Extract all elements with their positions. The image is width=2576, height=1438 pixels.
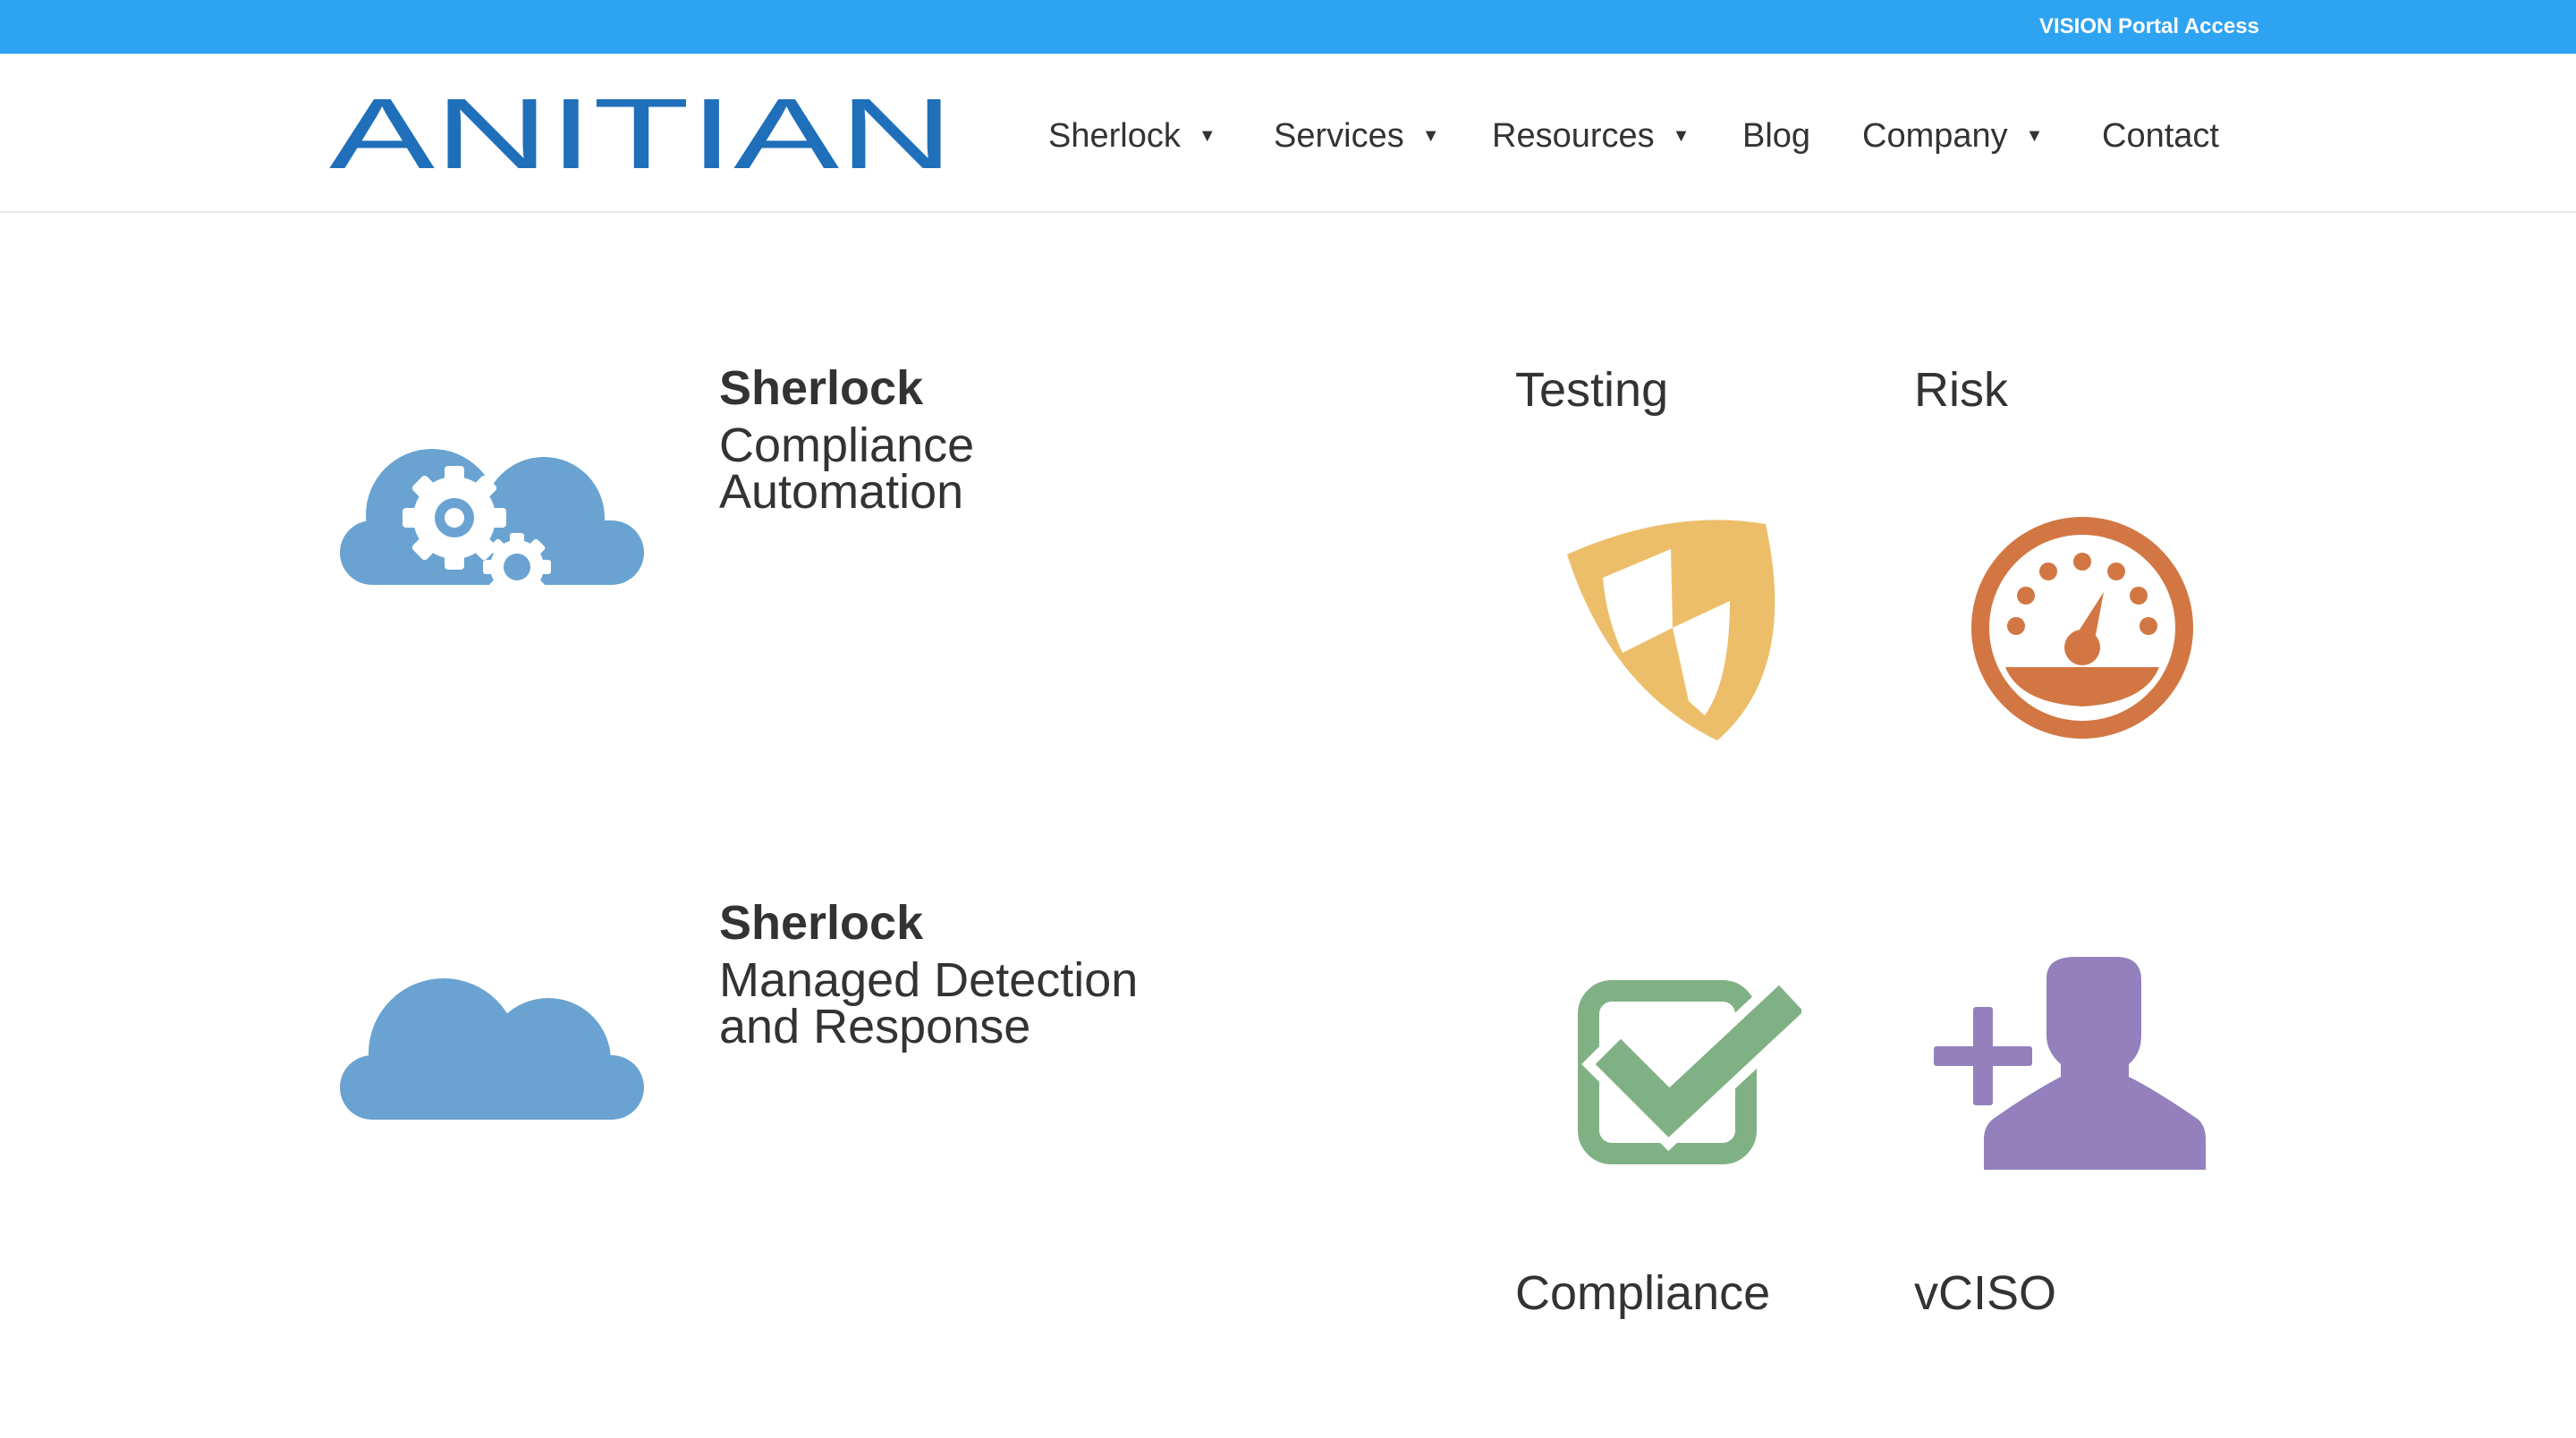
cloud-gear-icon[interactable] — [338, 433, 648, 585]
svg-text:ANITIAN: ANITIAN — [329, 91, 953, 173]
service-label-testing[interactable]: Testing — [1515, 361, 1668, 419]
nav-label: Blog — [1742, 117, 1811, 155]
nav-label: Contact — [2102, 117, 2219, 155]
vision-portal-link[interactable]: VISION Portal Access — [2039, 13, 2259, 41]
cloud-icon[interactable] — [338, 971, 648, 1120]
service-label-risk[interactable]: Risk — [1914, 361, 2008, 419]
nav-company[interactable]: Company ▼ — [1862, 118, 2043, 154]
nav-label: Services — [1274, 117, 1404, 155]
checkbox-check-icon[interactable] — [1576, 978, 1801, 1166]
caret-down-icon: ▼ — [2025, 126, 2044, 146]
nav-blog[interactable]: Blog — [1742, 118, 1810, 154]
anitian-logo[interactable]: ANITIAN — [329, 91, 955, 173]
product-title: Sherlock — [719, 896, 924, 950]
service-label-compliance[interactable]: Compliance — [1515, 1265, 1770, 1322]
nav-label: Resources — [1492, 117, 1655, 155]
nav-contact[interactable]: Contact — [2102, 118, 2219, 154]
top-bar: VISION Portal Access — [0, 0, 2576, 54]
nav-services[interactable]: Services ▼ — [1274, 118, 1440, 154]
nav-label: Company — [1862, 117, 2008, 155]
site-header: ANITIAN Sherlock ▼ Services ▼ Resources ▼ B… — [0, 54, 2576, 213]
shield-icon[interactable] — [1563, 519, 1782, 742]
nav-label: Sherlock — [1048, 117, 1181, 155]
service-label-vciso[interactable]: vCISO — [1914, 1265, 2056, 1322]
product-managed-detection[interactable]: Sherlock Managed Detection and Response — [719, 896, 1256, 1053]
add-user-icon[interactable] — [1934, 957, 2207, 1173]
caret-down-icon: ▼ — [1421, 126, 1440, 146]
caret-down-icon: ▼ — [1198, 126, 1216, 146]
nav-resources[interactable]: Resources ▼ — [1492, 118, 1690, 154]
product-title: Sherlock — [719, 361, 924, 415]
nav-sherlock[interactable]: Sherlock ▼ — [1048, 118, 1216, 154]
product-description: Managed Detection and Response — [719, 953, 1139, 1053]
product-description: Compliance Automation — [719, 419, 975, 519]
speedometer-icon[interactable] — [1970, 515, 2195, 740]
caret-down-icon: ▼ — [1672, 126, 1690, 146]
product-compliance-automation[interactable]: Sherlock Compliance Automation — [719, 361, 1256, 519]
